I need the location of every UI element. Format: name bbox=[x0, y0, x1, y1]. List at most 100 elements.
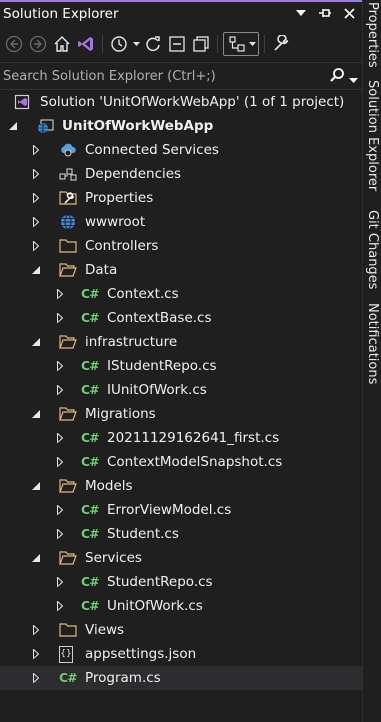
side-tab-solution-explorer[interactable]: Solution Explorer bbox=[365, 80, 380, 191]
expanded-arrow-icon[interactable] bbox=[31, 337, 41, 347]
sync-icon[interactable] bbox=[142, 33, 164, 55]
pending-changes-filter-icon[interactable] bbox=[108, 33, 130, 55]
collapsed-arrow-icon[interactable] bbox=[55, 529, 65, 539]
tree-item-views[interactable]: Views bbox=[0, 618, 362, 642]
vs-switch-view-icon[interactable] bbox=[75, 33, 97, 55]
tree-item-contextmodelsnapshot-cs[interactable]: C# ContextModelSnapshot.cs bbox=[0, 450, 362, 474]
chevron-down-icon[interactable] bbox=[248, 33, 256, 55]
collapse-all-icon[interactable] bbox=[166, 33, 188, 55]
tree-item-label: Student.cs bbox=[107, 526, 179, 542]
collapsed-arrow-icon[interactable] bbox=[55, 313, 65, 323]
tree-item-label: ContextModelSnapshot.cs bbox=[107, 454, 283, 470]
collapsed-arrow-icon[interactable] bbox=[55, 601, 65, 611]
csharp-file-icon: C# bbox=[81, 527, 99, 541]
tree-item-label: Views bbox=[85, 622, 125, 638]
collapsed-arrow-icon[interactable] bbox=[31, 193, 41, 203]
collapsed-arrow-icon[interactable] bbox=[31, 217, 41, 227]
tree-item-label: Properties bbox=[85, 190, 154, 206]
search-input[interactable] bbox=[0, 68, 320, 84]
tree-item-student-cs[interactable]: C# Student.cs bbox=[0, 522, 362, 546]
collapsed-arrow-icon[interactable] bbox=[55, 577, 65, 587]
expanded-arrow-icon[interactable] bbox=[31, 553, 41, 563]
tree-item-label: Dependencies bbox=[85, 166, 182, 182]
folder-icon bbox=[59, 622, 77, 638]
dropdown-icon[interactable] bbox=[292, 4, 310, 22]
home-icon[interactable] bbox=[51, 33, 73, 55]
collapsed-arrow-icon[interactable] bbox=[55, 505, 65, 515]
collapsed-arrow-icon[interactable] bbox=[31, 673, 41, 683]
collapsed-arrow-icon[interactable] bbox=[31, 145, 41, 155]
side-tab-strip: Properties Solution Explorer Git Changes… bbox=[362, 0, 381, 722]
expanded-arrow-icon[interactable] bbox=[31, 481, 41, 491]
tree-item-contextbase-cs[interactable]: C# ContextBase.cs bbox=[0, 306, 362, 330]
tree-item-models[interactable]: Models bbox=[0, 474, 362, 498]
collapsed-arrow-icon[interactable] bbox=[55, 433, 65, 443]
collapsed-arrow-icon[interactable] bbox=[55, 385, 65, 395]
tree-item-errorviewmodel-cs[interactable]: C# ErrorViewModel.cs bbox=[0, 498, 362, 522]
side-tab-notifications[interactable]: Notifications bbox=[365, 303, 380, 384]
close-icon[interactable] bbox=[340, 4, 358, 22]
properties-folder-icon bbox=[59, 190, 77, 206]
tree-item-services[interactable]: Services bbox=[0, 546, 362, 570]
tree-item-studentrepo-cs[interactable]: C# StudentRepo.cs bbox=[0, 570, 362, 594]
collapsed-arrow-icon[interactable] bbox=[31, 649, 41, 659]
csharp-file-icon: C# bbox=[81, 311, 99, 325]
tree-item-migration-first-cs[interactable]: C# 20211129162641_first.cs bbox=[0, 426, 362, 450]
tree-item-program-cs[interactable]: C# Program.cs bbox=[0, 666, 362, 690]
chevron-down-icon[interactable] bbox=[132, 33, 140, 55]
tree-item-solution[interactable]: Solution 'UnitOfWorkWebApp' (1 of 1 proj… bbox=[0, 90, 362, 114]
tree-item-appsettings-json[interactable]: {} appsettings.json bbox=[0, 642, 362, 666]
forward-icon[interactable] bbox=[27, 33, 49, 55]
csharp-file-icon: C# bbox=[81, 599, 99, 613]
search-icon[interactable] bbox=[329, 67, 345, 87]
tree-item-project[interactable]: UnitOfWorkWebApp bbox=[0, 114, 362, 138]
expanded-arrow-icon[interactable] bbox=[31, 409, 41, 419]
dependencies-icon bbox=[59, 166, 77, 182]
back-icon[interactable] bbox=[3, 33, 25, 55]
show-all-files-icon[interactable] bbox=[190, 33, 212, 55]
panel-title: Solution Explorer bbox=[3, 6, 119, 22]
tree-item-controllers[interactable]: Controllers bbox=[0, 234, 362, 258]
tree-item-unitofwork-cs[interactable]: C# UnitOfWork.cs bbox=[0, 594, 362, 618]
tree-item-properties[interactable]: Properties bbox=[0, 186, 362, 210]
solution-icon bbox=[13, 94, 31, 110]
tree-item-wwwroot[interactable]: wwwroot bbox=[0, 210, 362, 234]
properties-wrench-icon[interactable] bbox=[270, 33, 292, 55]
tree-item-data[interactable]: Data bbox=[0, 258, 362, 282]
accent-bar bbox=[0, 0, 381, 2]
side-tab-git-changes[interactable]: Git Changes bbox=[365, 210, 380, 289]
tree-item-migrations[interactable]: Migrations bbox=[0, 402, 362, 426]
collapsed-arrow-icon[interactable] bbox=[31, 169, 41, 179]
pin-icon[interactable] bbox=[316, 4, 334, 22]
panel-toolbar bbox=[0, 30, 362, 58]
side-tab-properties[interactable]: Properties bbox=[365, 2, 380, 68]
tree-item-label: IUnitOfWork.cs bbox=[107, 382, 207, 398]
tree-item-infrastructure[interactable]: infrastructure bbox=[0, 330, 362, 354]
folder-open-icon bbox=[59, 478, 77, 494]
tree-item-label: infrastructure bbox=[85, 334, 178, 350]
expanded-arrow-icon[interactable] bbox=[31, 265, 41, 275]
collapsed-arrow-icon[interactable] bbox=[55, 361, 65, 371]
expanded-arrow-icon[interactable] bbox=[8, 121, 18, 131]
csharp-file-icon: C# bbox=[81, 455, 99, 469]
tree-item-istudentrepo-cs[interactable]: C# IStudentRepo.cs bbox=[0, 354, 362, 378]
collapsed-arrow-icon[interactable] bbox=[55, 289, 65, 299]
folder-open-icon bbox=[59, 406, 77, 422]
collapsed-arrow-icon[interactable] bbox=[31, 241, 41, 251]
solution-tree: Solution 'UnitOfWorkWebApp' (1 of 1 proj… bbox=[0, 90, 362, 690]
web-project-icon bbox=[36, 118, 54, 134]
solution-explorer-panel: Solution Explorer Search Solution Explor… bbox=[0, 0, 362, 722]
json-file-icon: {} bbox=[59, 645, 73, 663]
tree-item-dependencies[interactable]: Dependencies bbox=[0, 162, 362, 186]
tree-item-iunitofwork-cs[interactable]: C# IUnitOfWork.cs bbox=[0, 378, 362, 402]
tree-item-label: UnitOfWork.cs bbox=[107, 598, 203, 614]
csharp-file-icon: C# bbox=[81, 503, 99, 517]
collapsed-arrow-icon[interactable] bbox=[55, 457, 65, 467]
preview-selected-items-toggle[interactable] bbox=[223, 32, 259, 56]
tree-item-connected-services[interactable]: Connected Services bbox=[0, 138, 362, 162]
collapsed-arrow-icon[interactable] bbox=[31, 625, 41, 635]
tree-item-context-cs[interactable]: C# Context.cs bbox=[0, 282, 362, 306]
search-options-chevron-icon[interactable] bbox=[349, 68, 358, 87]
csharp-file-icon: C# bbox=[81, 383, 99, 397]
tree-item-label: Connected Services bbox=[85, 142, 219, 158]
